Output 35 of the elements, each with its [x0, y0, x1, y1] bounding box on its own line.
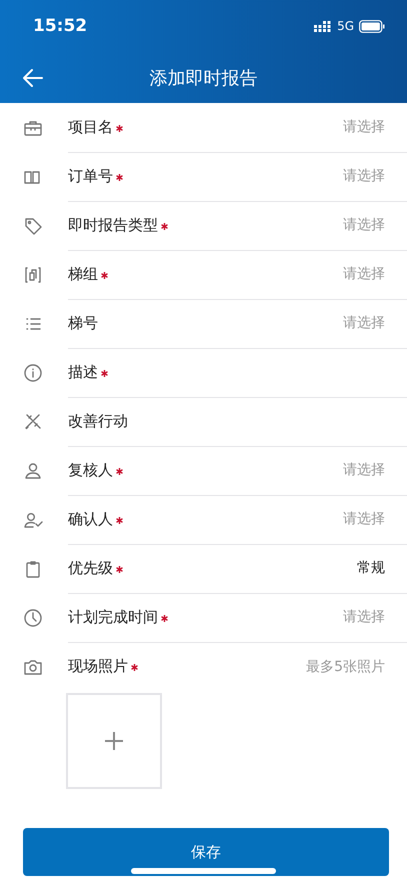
save-button[interactable]: 保存: [23, 828, 389, 876]
field-label: 复核人: [68, 460, 113, 480]
page-title: 添加即时报告: [150, 66, 258, 90]
battery-icon: [359, 20, 385, 32]
field-placeholder[interactable]: 请选择: [343, 461, 385, 479]
field-label: 梯组: [68, 264, 98, 284]
field-label: 项目名: [68, 118, 113, 136]
field-placeholder[interactable]: 请选择: [343, 510, 385, 528]
pencil-ruler-icon: [23, 412, 43, 432]
tag-icon: [23, 216, 43, 236]
status-time: 15:52: [33, 16, 88, 36]
signal-icon: [314, 20, 332, 32]
field-label: 改善行动: [68, 412, 128, 430]
plus-icon: [104, 731, 124, 751]
field-placeholder[interactable]: 请选择: [343, 167, 385, 185]
field-placeholder[interactable]: 请选择: [343, 118, 385, 136]
field-label: 描述: [68, 362, 98, 382]
info-icon: [23, 362, 43, 382]
field-placeholder[interactable]: 请选择: [343, 314, 385, 332]
field-label: 计划完成时间: [68, 608, 158, 626]
field-label: 现场照片: [68, 657, 128, 676]
user-icon: [23, 460, 43, 480]
field-placeholder[interactable]: 最多5张照片: [306, 658, 385, 676]
field-label: 订单号: [68, 166, 113, 186]
field-value[interactable]: 常规: [357, 559, 385, 577]
clock-icon: [23, 608, 43, 628]
field-label: 确认人: [68, 510, 113, 528]
field-label: 优先级: [68, 558, 113, 578]
field-label: 梯号: [68, 314, 98, 332]
field-placeholder[interactable]: 请选择: [343, 608, 385, 626]
field-label: 即时报告类型: [68, 216, 158, 234]
field-placeholder[interactable]: 请选择: [343, 216, 385, 234]
field-placeholder[interactable]: 请选择: [343, 265, 385, 283]
bracket-group-icon: [23, 264, 43, 284]
network-label: 5G: [337, 19, 354, 33]
